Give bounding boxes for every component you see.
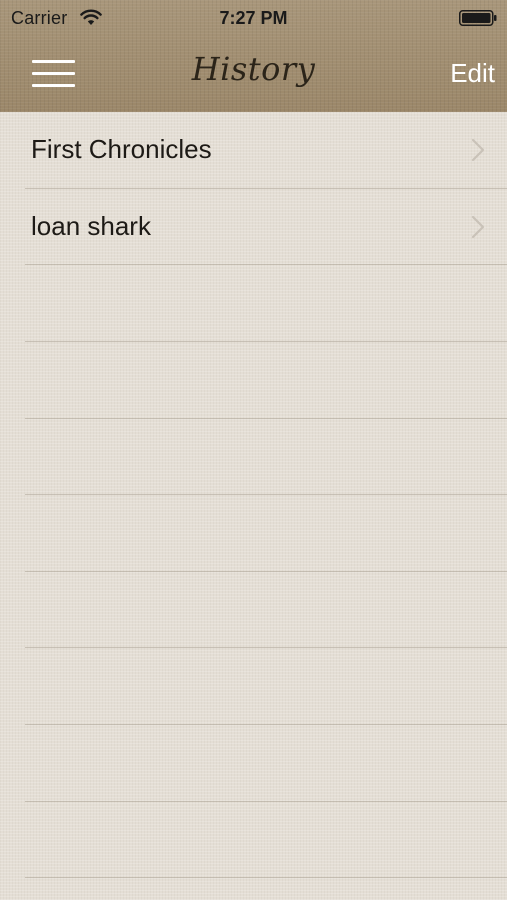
list-item-label: loan shark: [31, 211, 151, 241]
chevron-right-icon: [471, 215, 485, 239]
header: Carrier 7:27 PM History Edit: [0, 0, 507, 112]
history-list: First Chronicles loan shark: [0, 112, 507, 900]
row-divider: [25, 494, 507, 495]
row-divider: [25, 571, 507, 572]
status-time: 7:27 PM: [219, 8, 288, 28]
list-item[interactable]: First Chronicles: [0, 112, 507, 188]
status-bar: Carrier 7:27 PM: [0, 0, 507, 38]
list-item-label: First Chronicles: [31, 134, 212, 164]
nav-bar: History Edit: [0, 38, 507, 112]
row-divider: [25, 418, 507, 419]
row-divider: [25, 341, 507, 342]
battery-icon: [459, 10, 497, 26]
row-divider: [25, 801, 507, 802]
edit-button[interactable]: Edit: [450, 58, 495, 89]
row-divider: [25, 647, 507, 648]
page-title: History: [191, 50, 316, 88]
row-divider: [25, 724, 507, 725]
chevron-right-icon: [471, 138, 485, 162]
row-divider: [25, 877, 507, 878]
row-divider: [25, 264, 507, 265]
list-item[interactable]: loan shark: [0, 189, 507, 265]
